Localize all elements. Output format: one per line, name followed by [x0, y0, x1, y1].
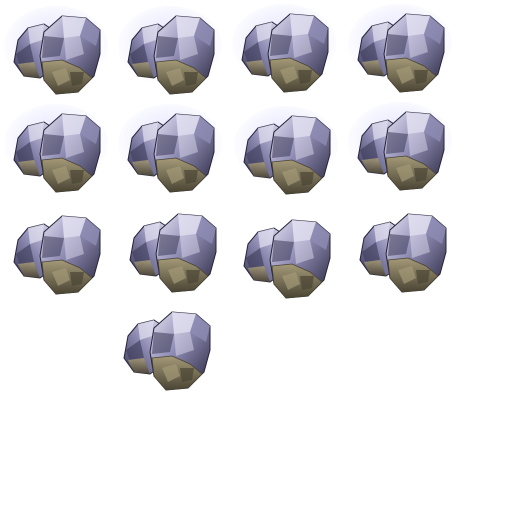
- sprite-sheet: [0, 0, 512, 512]
- ore-crystal-icon: [348, 102, 452, 198]
- ore-crystal-icon: [234, 210, 338, 306]
- ore-crystal-icon: [4, 6, 108, 102]
- ore-crystal-icon: [120, 204, 224, 300]
- ore-crystal-icon: [348, 4, 452, 100]
- ore-crystal-icon: [232, 4, 336, 100]
- ore-crystal-icon: [4, 206, 108, 302]
- ore-crystal-icon: [114, 302, 218, 398]
- ore-crystal-icon: [118, 104, 222, 200]
- ore-crystal-icon: [4, 104, 108, 200]
- ore-crystal-icon: [234, 106, 338, 202]
- ore-crystal-icon: [350, 204, 454, 300]
- ore-crystal-icon: [118, 6, 222, 102]
